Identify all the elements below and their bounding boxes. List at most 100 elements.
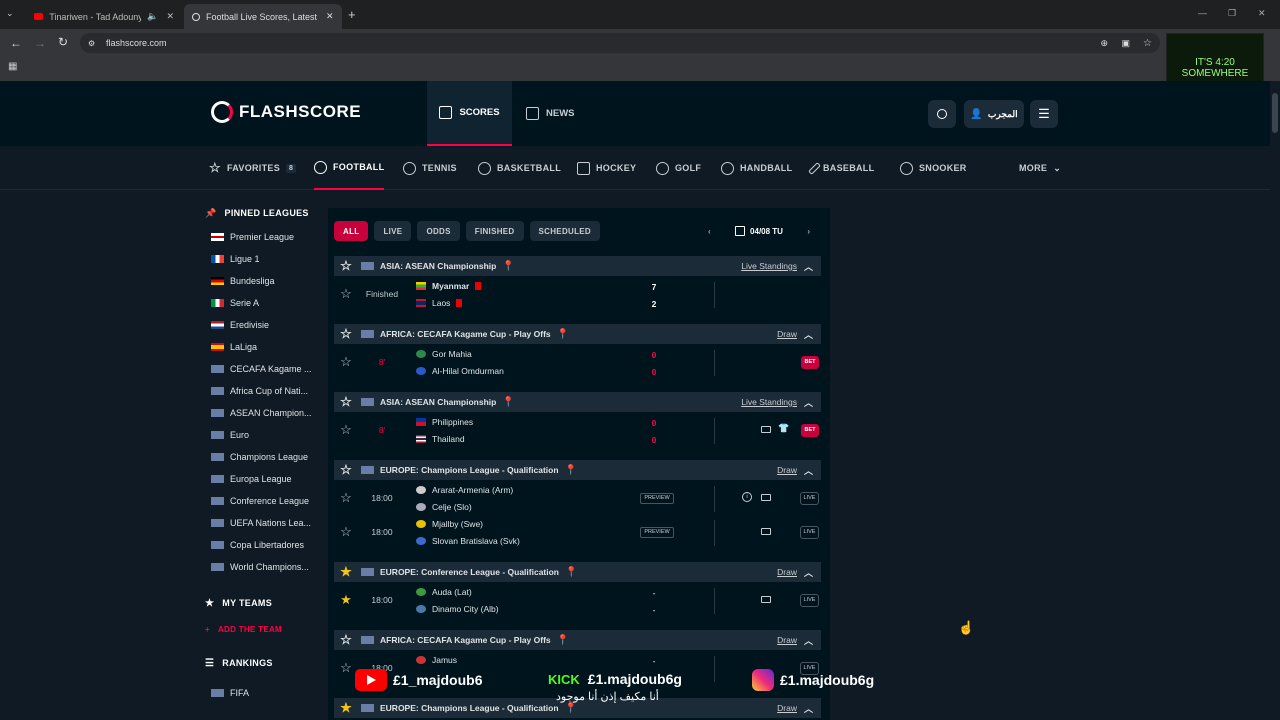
- sport-baseball[interactable]: BASEBALL: [808, 146, 874, 190]
- lineup-shirt-icon[interactable]: 👕: [778, 423, 789, 434]
- back-icon[interactable]: ←: [10, 36, 22, 50]
- sidebar-league-item[interactable]: Africa Cup of Nati...: [205, 380, 320, 402]
- star-icon[interactable]: ☆: [339, 258, 353, 274]
- sport-football[interactable]: FOOTBALL: [314, 146, 385, 190]
- live-stream-button[interactable]: LIVE: [800, 594, 819, 607]
- new-tab-button[interactable]: +: [348, 7, 356, 22]
- filter-all[interactable]: ALL: [334, 221, 369, 241]
- pin-icon[interactable]: 📍: [565, 465, 577, 476]
- zoom-icon[interactable]: ⊕: [1100, 38, 1108, 49]
- sport-golf[interactable]: GOLF: [656, 146, 701, 190]
- tv-icon[interactable]: [761, 426, 771, 433]
- date-display[interactable]: 04/08 TU: [735, 226, 783, 236]
- sidebar-league-item[interactable]: Europa League: [205, 468, 320, 490]
- league-header[interactable]: ☆ EUROPE: Champions League - Qualificati…: [334, 460, 821, 480]
- ranking-item-fifa[interactable]: FIFA: [205, 682, 320, 704]
- chevron-up-icon[interactable]: ︿: [804, 566, 813, 579]
- match-row[interactable]: ☆ 8' Gor Mahia Al-Hilal Omdurman 0 0 BET: [334, 346, 821, 380]
- sidebar-league-item[interactable]: Bundesliga: [205, 270, 320, 292]
- user-button[interactable]: 👤 المجرب: [964, 100, 1024, 128]
- star-icon[interactable]: ☆: [339, 632, 353, 648]
- pin-icon[interactable]: 📍: [565, 703, 577, 714]
- bet-button[interactable]: BET: [801, 424, 819, 437]
- bookmark-star-icon[interactable]: ☆: [1143, 38, 1152, 49]
- star-icon[interactable]: ☆: [339, 394, 353, 410]
- sidebar-league-item[interactable]: Premier League: [205, 226, 320, 248]
- live-standings-link[interactable]: Live Standings: [741, 397, 797, 407]
- sidebar-league-item[interactable]: Euro: [205, 424, 320, 446]
- tab-search-icon[interactable]: ⌄: [6, 8, 20, 22]
- apps-icon[interactable]: ▦: [8, 61, 17, 72]
- address-bar[interactable]: ⚙ flashscore.com ⊕ ▣ ☆: [80, 33, 1160, 53]
- window-close-icon[interactable]: ✕: [1258, 8, 1266, 19]
- tv-icon[interactable]: [761, 494, 771, 501]
- league-header[interactable]: ★ EUROPE: Conference League - Qualificat…: [334, 562, 821, 582]
- sport-favorites[interactable]: ☆ FAVORITES 8: [209, 146, 297, 190]
- menu-button[interactable]: ☰: [1030, 100, 1058, 128]
- filter-live[interactable]: LIVE: [374, 221, 412, 241]
- minimize-icon[interactable]: —: [1198, 8, 1207, 18]
- close-icon[interactable]: ✕: [166, 11, 174, 22]
- chevron-up-icon[interactable]: ︿: [804, 464, 813, 477]
- league-header[interactable]: ☆ AFRICA: CECAFA Kagame Cup - Play Offs …: [334, 630, 821, 650]
- filter-odds[interactable]: ODDS: [417, 221, 460, 241]
- tab-flashscore[interactable]: Football Live Scores, Latest Foo ✕: [184, 4, 342, 29]
- league-header[interactable]: ☆ ASIA: ASEAN Championship 📍 Live Standi…: [334, 392, 821, 412]
- info-icon[interactable]: i: [742, 492, 752, 502]
- cast-icon[interactable]: ▣: [1121, 38, 1130, 49]
- draw-link[interactable]: Draw: [777, 703, 797, 713]
- sidebar-league-item[interactable]: Conference League: [205, 490, 320, 512]
- next-day-icon[interactable]: ›: [807, 227, 810, 236]
- prev-day-icon[interactable]: ‹: [708, 227, 711, 236]
- live-stream-button[interactable]: LIVE: [800, 492, 819, 505]
- sidebar-league-item[interactable]: CECAFA Kagame ...: [205, 358, 320, 380]
- star-icon[interactable]: ☆: [339, 326, 353, 342]
- star-icon[interactable]: ★: [339, 700, 353, 716]
- sidebar-league-item[interactable]: LaLiga: [205, 336, 320, 358]
- chevron-up-icon[interactable]: ︿: [804, 702, 813, 715]
- sport-handball[interactable]: HANDBALL: [721, 146, 792, 190]
- chevron-up-icon[interactable]: ︿: [804, 260, 813, 273]
- chevron-up-icon[interactable]: ︿: [804, 634, 813, 647]
- star-icon[interactable]: ☆: [339, 490, 353, 506]
- star-icon[interactable]: ☆: [339, 660, 353, 676]
- live-stream-button[interactable]: LIVE: [800, 526, 819, 539]
- sport-basketball[interactable]: BASKETBALL: [478, 146, 561, 190]
- star-icon[interactable]: ★: [339, 592, 353, 608]
- sidebar-league-item[interactable]: ASEAN Champion...: [205, 402, 320, 424]
- page-scrollbar[interactable]: [1270, 81, 1280, 720]
- star-icon[interactable]: ☆: [339, 524, 353, 540]
- match-row[interactable]: ☆ Finished Myanmar Laos 7 2: [334, 278, 821, 312]
- forward-icon[interactable]: →: [34, 36, 46, 50]
- maximize-icon[interactable]: ❐: [1228, 8, 1236, 19]
- sport-more[interactable]: MORE ⌄: [1019, 146, 1061, 190]
- tab-youtube[interactable]: Tinariwen - Tad Adounya - 🔈 ✕: [26, 4, 182, 29]
- tv-icon[interactable]: [761, 528, 771, 535]
- site-info-icon[interactable]: ⚙: [88, 39, 95, 48]
- draw-link[interactable]: Draw: [777, 329, 797, 339]
- draw-link[interactable]: Draw: [777, 465, 797, 475]
- league-header[interactable]: ☆ ASIA: ASEAN Championship 📍 Live Standi…: [334, 256, 821, 276]
- bet-button[interactable]: BET: [801, 356, 819, 369]
- sidebar-league-item[interactable]: Ligue 1: [205, 248, 320, 270]
- sport-hockey[interactable]: HOCKEY: [577, 146, 636, 190]
- sidebar-league-item[interactable]: Copa Libertadores: [205, 534, 320, 556]
- scrollbar-thumb[interactable]: [1272, 93, 1278, 133]
- nav-news[interactable]: NEWS: [526, 81, 575, 146]
- sidebar-league-item[interactable]: Champions League: [205, 446, 320, 468]
- star-icon[interactable]: ☆: [339, 354, 353, 370]
- sport-tennis[interactable]: TENNIS: [403, 146, 457, 190]
- tv-icon[interactable]: [761, 596, 771, 603]
- search-button[interactable]: [928, 100, 956, 128]
- reload-icon[interactable]: ↻: [58, 35, 68, 49]
- flashscore-logo[interactable]: FLASHSCORE: [211, 101, 361, 123]
- pin-icon[interactable]: 📍: [557, 635, 569, 646]
- preview-badge[interactable]: PREVIEW: [640, 527, 674, 538]
- star-icon[interactable]: ☆: [339, 422, 353, 438]
- draw-link[interactable]: Draw: [777, 635, 797, 645]
- sidebar-league-item[interactable]: UEFA Nations Lea...: [205, 512, 320, 534]
- pin-icon[interactable]: 📍: [565, 567, 577, 578]
- sidebar-league-item[interactable]: World Champions...: [205, 556, 320, 578]
- add-team-link[interactable]: + ADD THE TEAM: [205, 616, 320, 642]
- draw-link[interactable]: Draw: [777, 567, 797, 577]
